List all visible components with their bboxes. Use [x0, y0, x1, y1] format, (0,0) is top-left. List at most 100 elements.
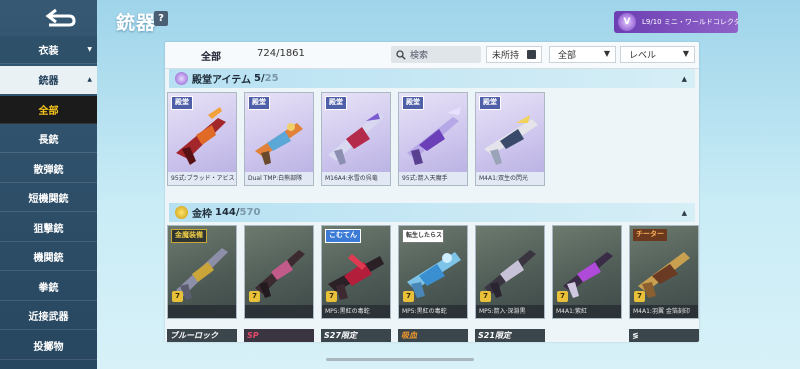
weapon-name: 95式:ブラッド・アビス: [168, 172, 236, 185]
page-title: 銃器: [116, 12, 157, 34]
rank-badge: 7: [557, 291, 568, 302]
sidebar-item-throwables[interactable]: 投擲物: [0, 332, 97, 360]
chevron-down-icon: ▼: [682, 49, 689, 58]
checkbox-icon: [527, 50, 536, 59]
home-indicator[interactable]: [326, 358, 474, 361]
chevron-down-icon: ▼: [603, 49, 610, 58]
sidebar-item-all[interactable]: 全部: [0, 96, 97, 124]
collab-tag: チーター: [633, 229, 667, 241]
sidebar-item-label: 銃器: [38, 76, 59, 87]
weapon-name: [168, 305, 236, 318]
weapon-card[interactable]: 7 MP5:箭入·深淵黒: [475, 225, 545, 319]
sidebar-item-label: 長銃: [38, 135, 59, 146]
weapon-card[interactable]: こむてん 7 MP5:黒紅の毒蛇: [321, 225, 391, 319]
hall-of-fame-tag: 殿堂: [479, 96, 501, 110]
weapon-card-partial[interactable]: S27限定: [321, 329, 391, 342]
rank-badge: 7: [403, 291, 414, 302]
caret-down-icon: ▼: [87, 46, 92, 53]
unowned-filter-toggle[interactable]: 未所持: [486, 46, 542, 63]
sidebar-item-label: 短機関銃: [28, 194, 69, 205]
weapon-card[interactable]: 金魔装備 7: [167, 225, 237, 319]
section-title: 金枠: [192, 209, 212, 220]
weapon-name: M4A1:羽翼 金箔刻印: [630, 305, 698, 318]
weapon-card-partial[interactable]: 吸血: [398, 329, 468, 342]
sidebar-item-costume[interactable]: 衣装 ▼: [0, 36, 97, 64]
sidebar-item-shotguns[interactable]: 散弾銃: [0, 155, 97, 183]
search-placeholder: 検索: [410, 51, 429, 61]
sidebar-item-melee[interactable]: 近接武器: [0, 302, 97, 330]
help-icon[interactable]: ?: [154, 11, 168, 26]
collection-label: L9/10 ミニ・ワールドコレクタ: [642, 18, 738, 26]
category-select[interactable]: 全部 ▼: [549, 46, 616, 63]
search-icon: [396, 49, 406, 60]
collapse-icon[interactable]: ▲: [682, 209, 687, 217]
hall-of-fame-tag: 殿堂: [171, 96, 193, 110]
weapon-card[interactable]: 殿堂 Dual TMP:白熊部隊: [244, 92, 314, 186]
rank-badge: 7: [480, 291, 491, 302]
weapon-name: MP5:箭入·深淵黒: [476, 305, 544, 318]
sidebar-item-label: 狙撃銃: [33, 224, 64, 235]
weapon-card[interactable]: 殿堂 M4A1:双生の閃光: [475, 92, 545, 186]
weapon-card-partial[interactable]: ブルーロック: [167, 329, 237, 342]
caret-up-icon: ▲: [87, 76, 92, 83]
sidebar-item-rifles[interactable]: 長銃: [0, 125, 97, 153]
section-header-legend[interactable]: 殿堂アイテム 5/ 25 ▲: [169, 69, 695, 88]
legend-orb-icon: [175, 72, 188, 85]
sidebar-item-machine-guns[interactable]: 機関銃: [0, 243, 97, 271]
category-select-value: 全部: [558, 51, 577, 61]
sidebar-item-label: 全部: [38, 106, 59, 117]
filter-toolbar: 全部 724/1861 検索 未所持 全部 ▼ レベル ▼: [165, 42, 699, 69]
weapon-name: 95式:箭入天魔手: [399, 172, 467, 185]
collab-tag: S21限定: [478, 331, 511, 340]
weapon-card[interactable]: 7 M4A1:紫紅: [552, 225, 622, 319]
rank-badge: 7: [326, 291, 337, 302]
section-header-gold[interactable]: 金枠 144/ 570 ▲: [169, 203, 695, 222]
weapon-name: MP5:黒紅の毒蛇: [322, 305, 390, 318]
back-arrow-icon: [45, 8, 76, 27]
rank-badge: 7: [249, 291, 260, 302]
sidebar-item-pistols[interactable]: 拳銃: [0, 273, 97, 301]
weapon-name: Dual TMP:白熊部隊: [245, 172, 313, 185]
sidebar-item-label: 散弾銃: [33, 165, 64, 176]
collab-tag: 転生したらスライムだった件: [402, 229, 444, 243]
weapon-card-partial[interactable]: S21限定: [475, 329, 545, 342]
weapon-name: [245, 305, 313, 318]
rank-badge: 7: [172, 291, 183, 302]
weapon-name: M4A1:双生の閃光: [476, 172, 544, 185]
weapon-card[interactable]: 転生したらスライムだった件 7 MP5:黒紅の毒蛇: [398, 225, 468, 319]
collab-tag: SP: [247, 331, 259, 340]
sort-select[interactable]: レベル ▼: [620, 46, 695, 63]
weapon-card[interactable]: 殿堂 95式:箭入天魔手: [398, 92, 468, 186]
weapon-card[interactable]: チーター 7 M4A1:羽翼 金箔刻印: [629, 225, 699, 319]
section-title: 殿堂アイテム: [192, 75, 251, 86]
collab-tag: こむてん: [325, 229, 361, 243]
sort-select-value: レベル: [629, 51, 657, 61]
section-total: 25: [264, 73, 279, 84]
rank-badge: 7: [634, 291, 645, 302]
collab-tag: 金魔装備: [171, 229, 207, 243]
sidebar-item-label: 投擲物: [33, 342, 64, 353]
sidebar-item-smg[interactable]: 短機関銃: [0, 184, 97, 212]
weapon-name: MP5:黒紅の毒蛇: [399, 305, 467, 318]
collapse-icon[interactable]: ▲: [682, 75, 687, 83]
sidebar-item-label: 拳銃: [38, 283, 59, 294]
weapon-card[interactable]: 殿堂 M16A4:氷雪の呉竜: [321, 92, 391, 186]
back-button[interactable]: [0, 0, 97, 36]
search-input[interactable]: 検索: [391, 46, 481, 63]
section-count: 144/: [215, 207, 240, 218]
collection-emblem-icon: V: [618, 13, 636, 31]
section-count: 5/: [254, 73, 265, 84]
weapon-name: M16A4:氷雪の呉竜: [322, 172, 390, 185]
section-total: 570: [239, 207, 261, 218]
sidebar-item-label: 機関銃: [33, 253, 64, 264]
weapon-card-partial[interactable]: ≶: [629, 329, 699, 342]
collab-tag: ブルーロック: [170, 331, 218, 340]
sidebar-item-firearms[interactable]: 銃器 ▲: [0, 66, 97, 94]
sidebar-item-sniper[interactable]: 狙撃銃: [0, 214, 97, 242]
hall-of-fame-tag: 殿堂: [325, 96, 347, 110]
weapon-card[interactable]: 殿堂 95式:ブラッド・アビス: [167, 92, 237, 186]
collection-badge[interactable]: V L9/10 ミニ・ワールドコレクタ: [614, 11, 738, 33]
weapon-list-panel[interactable]: 全部 724/1861 検索 未所持 全部 ▼ レベル ▼ 殿堂アイテム 5/ …: [165, 42, 699, 342]
weapon-card-partial[interactable]: SP: [244, 329, 314, 342]
weapon-card[interactable]: 7: [244, 225, 314, 319]
